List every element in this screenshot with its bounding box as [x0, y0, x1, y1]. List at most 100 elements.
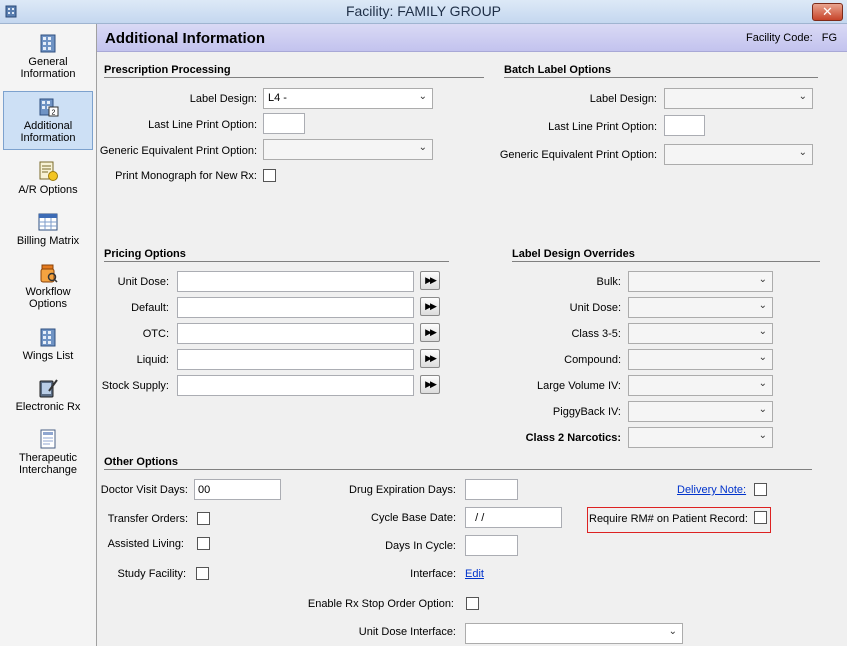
override-label-piggyback-iv: PiggyBack IV:: [552, 406, 621, 418]
ledger-coins-icon: [39, 161, 58, 181]
interface-edit-link[interactable]: Edit: [465, 568, 484, 580]
batch-last-line-input[interactable]: [664, 115, 705, 136]
generic-equivalent-label: Generic Equivalent Print Option:: [99, 145, 257, 157]
chevron-down-icon: ⌄: [758, 326, 767, 337]
chevron-down-icon: ⌄: [758, 352, 767, 363]
batch-label-design-select[interactable]: ⌄: [664, 88, 813, 109]
pricing-otc-input[interactable]: [177, 323, 414, 344]
pricing-label-stock-supply: Stock Supply:: [101, 380, 169, 392]
chevron-down-icon: ⌄: [758, 404, 767, 415]
assisted-living-label: Assisted Living:: [107, 538, 184, 550]
sidebar-item-label: Additional: [23, 120, 73, 132]
override-label-unit-dose: Unit Dose:: [569, 302, 621, 314]
cycle-base-date-input[interactable]: [465, 507, 562, 528]
override-label-compound: Compound:: [564, 354, 621, 366]
sidebar-nav: General Information 2 Additional Informa…: [0, 24, 97, 646]
sidebar-item-label: Interchange: [18, 464, 78, 476]
sidebar-item-wings-list[interactable]: Wings List: [3, 322, 93, 366]
batch-generic-select[interactable]: ⌄: [664, 144, 813, 165]
delivery-note-link[interactable]: Delivery Note:: [677, 484, 746, 496]
pricing-label-otc: OTC:: [142, 328, 169, 340]
monograph-checkbox[interactable]: [263, 169, 276, 182]
transfer-orders-label: Transfer Orders:: [107, 513, 188, 525]
override-class-3-5-select[interactable]: ⌄: [628, 323, 773, 344]
sidebar-item-therapeutic-interchange[interactable]: Therapeutic Interchange: [3, 424, 93, 482]
facility-code-label: Facility Code:: [746, 32, 813, 44]
pricing-liquid-lookup-button[interactable]: ▶▶: [420, 349, 440, 368]
study-facility-checkbox[interactable]: [196, 567, 209, 580]
chevron-down-icon: ⌄: [668, 626, 677, 637]
override-label-bulk: Bulk:: [596, 276, 621, 288]
sidebar-item-general-information[interactable]: General Information: [3, 28, 93, 88]
chevron-down-icon: ⌄: [418, 142, 427, 153]
override-label-class-2-narcotics: Class 2 Narcotics:: [525, 432, 621, 444]
sidebar-item-ar-options[interactable]: A/R Options: [3, 156, 93, 200]
document-icon: [40, 429, 56, 449]
override-bulk-select[interactable]: ⌄: [628, 271, 773, 292]
doctor-visit-label: Doctor Visit Days:: [100, 484, 188, 496]
sidebar-item-label: Workflow: [25, 286, 71, 298]
sidebar-item-label: Information: [20, 132, 76, 144]
chevron-down-icon: ⌄: [798, 147, 807, 158]
pricing-otc-lookup-button[interactable]: ▶▶: [420, 323, 440, 342]
unit-dose-interface-select[interactable]: ⌄: [465, 623, 683, 644]
label-design-value: L4 -: [268, 92, 287, 104]
pricing-unit-dose-lookup-button[interactable]: ▶▶: [420, 271, 440, 290]
doctor-visit-input[interactable]: [194, 479, 281, 500]
sidebar-item-label: Electronic Rx: [15, 401, 81, 413]
pricing-stock-supply-lookup-button[interactable]: ▶▶: [420, 375, 440, 394]
sidebar-item-billing-matrix[interactable]: Billing Matrix: [3, 207, 93, 251]
sidebar-item-label: Billing Matrix: [16, 235, 80, 247]
section-title-pricing: Pricing Options: [104, 248, 449, 262]
sidebar-item-electronic-rx[interactable]: Electronic Rx: [3, 373, 93, 417]
sidebar-item-label: A/R Options: [18, 184, 78, 196]
override-label-large-volume-iv: Large Volume IV:: [537, 380, 621, 392]
pricing-default-lookup-button[interactable]: ▶▶: [420, 297, 440, 316]
delivery-note-checkbox[interactable]: [754, 483, 767, 496]
drug-expiration-input[interactable]: [465, 479, 518, 500]
override-unit-dose-select[interactable]: ⌄: [628, 297, 773, 318]
generic-equivalent-select[interactable]: ⌄: [263, 139, 433, 160]
calendar-grid-icon: [38, 213, 58, 231]
stop-order-checkbox[interactable]: [466, 597, 479, 610]
pricing-liquid-input[interactable]: [177, 349, 414, 370]
sidebar-item-label: Information: [20, 68, 76, 80]
section-title-batch: Batch Label Options: [504, 64, 818, 78]
chevron-down-icon: ⌄: [758, 300, 767, 311]
override-class-2-narcotics-select[interactable]: ⌄: [628, 427, 773, 448]
building-2-icon: 2: [39, 98, 59, 117]
label-design-select[interactable]: L4 - ⌄: [263, 88, 433, 109]
require-rm-checkbox[interactable]: [754, 511, 767, 524]
transfer-orders-checkbox[interactable]: [197, 512, 210, 525]
sidebar-item-label: Wings List: [22, 350, 74, 362]
drug-expiration-label: Drug Expiration Days:: [349, 484, 456, 496]
pricing-stock-supply-input[interactable]: [177, 375, 414, 396]
main-panel: Additional Information Facility Code: FG…: [97, 24, 847, 646]
sidebar-item-additional-information[interactable]: 2 Additional Information: [3, 91, 93, 150]
pricing-label-unit-dose: Unit Dose:: [117, 276, 169, 288]
page-title: Additional Information: [105, 30, 265, 47]
chevron-down-icon: ⌄: [758, 430, 767, 441]
pill-bottle-icon: [40, 264, 58, 283]
sidebar-item-workflow-options[interactable]: Workflow Options: [3, 258, 93, 316]
chevron-down-icon: ⌄: [758, 274, 767, 285]
pricing-unit-dose-input[interactable]: [177, 271, 414, 292]
svg-text:2: 2: [52, 110, 56, 117]
days-in-cycle-input[interactable]: [465, 535, 518, 556]
override-compound-select[interactable]: ⌄: [628, 349, 773, 370]
facility-code: Facility Code: FG: [746, 32, 837, 44]
override-large-volume-iv-select[interactable]: ⌄: [628, 375, 773, 396]
last-line-input[interactable]: [263, 113, 305, 134]
sidebar-item-label: Options: [29, 298, 67, 310]
chevron-down-icon: ⌄: [418, 91, 427, 102]
pricing-default-input[interactable]: [177, 297, 414, 318]
sidebar-item-label: General: [28, 56, 68, 68]
assisted-living-checkbox[interactable]: [197, 537, 210, 550]
pricing-label-default: Default:: [131, 302, 169, 314]
override-piggyback-iv-select[interactable]: ⌄: [628, 401, 773, 422]
window-title: Facility: FAMILY GROUP: [345, 3, 502, 19]
batch-generic-label: Generic Equivalent Print Option:: [499, 149, 657, 161]
unit-dose-interface-label: Unit Dose Interface:: [358, 626, 456, 638]
close-button[interactable]: ✕: [812, 3, 843, 21]
stop-order-label: Enable Rx Stop Order Option:: [307, 598, 454, 610]
